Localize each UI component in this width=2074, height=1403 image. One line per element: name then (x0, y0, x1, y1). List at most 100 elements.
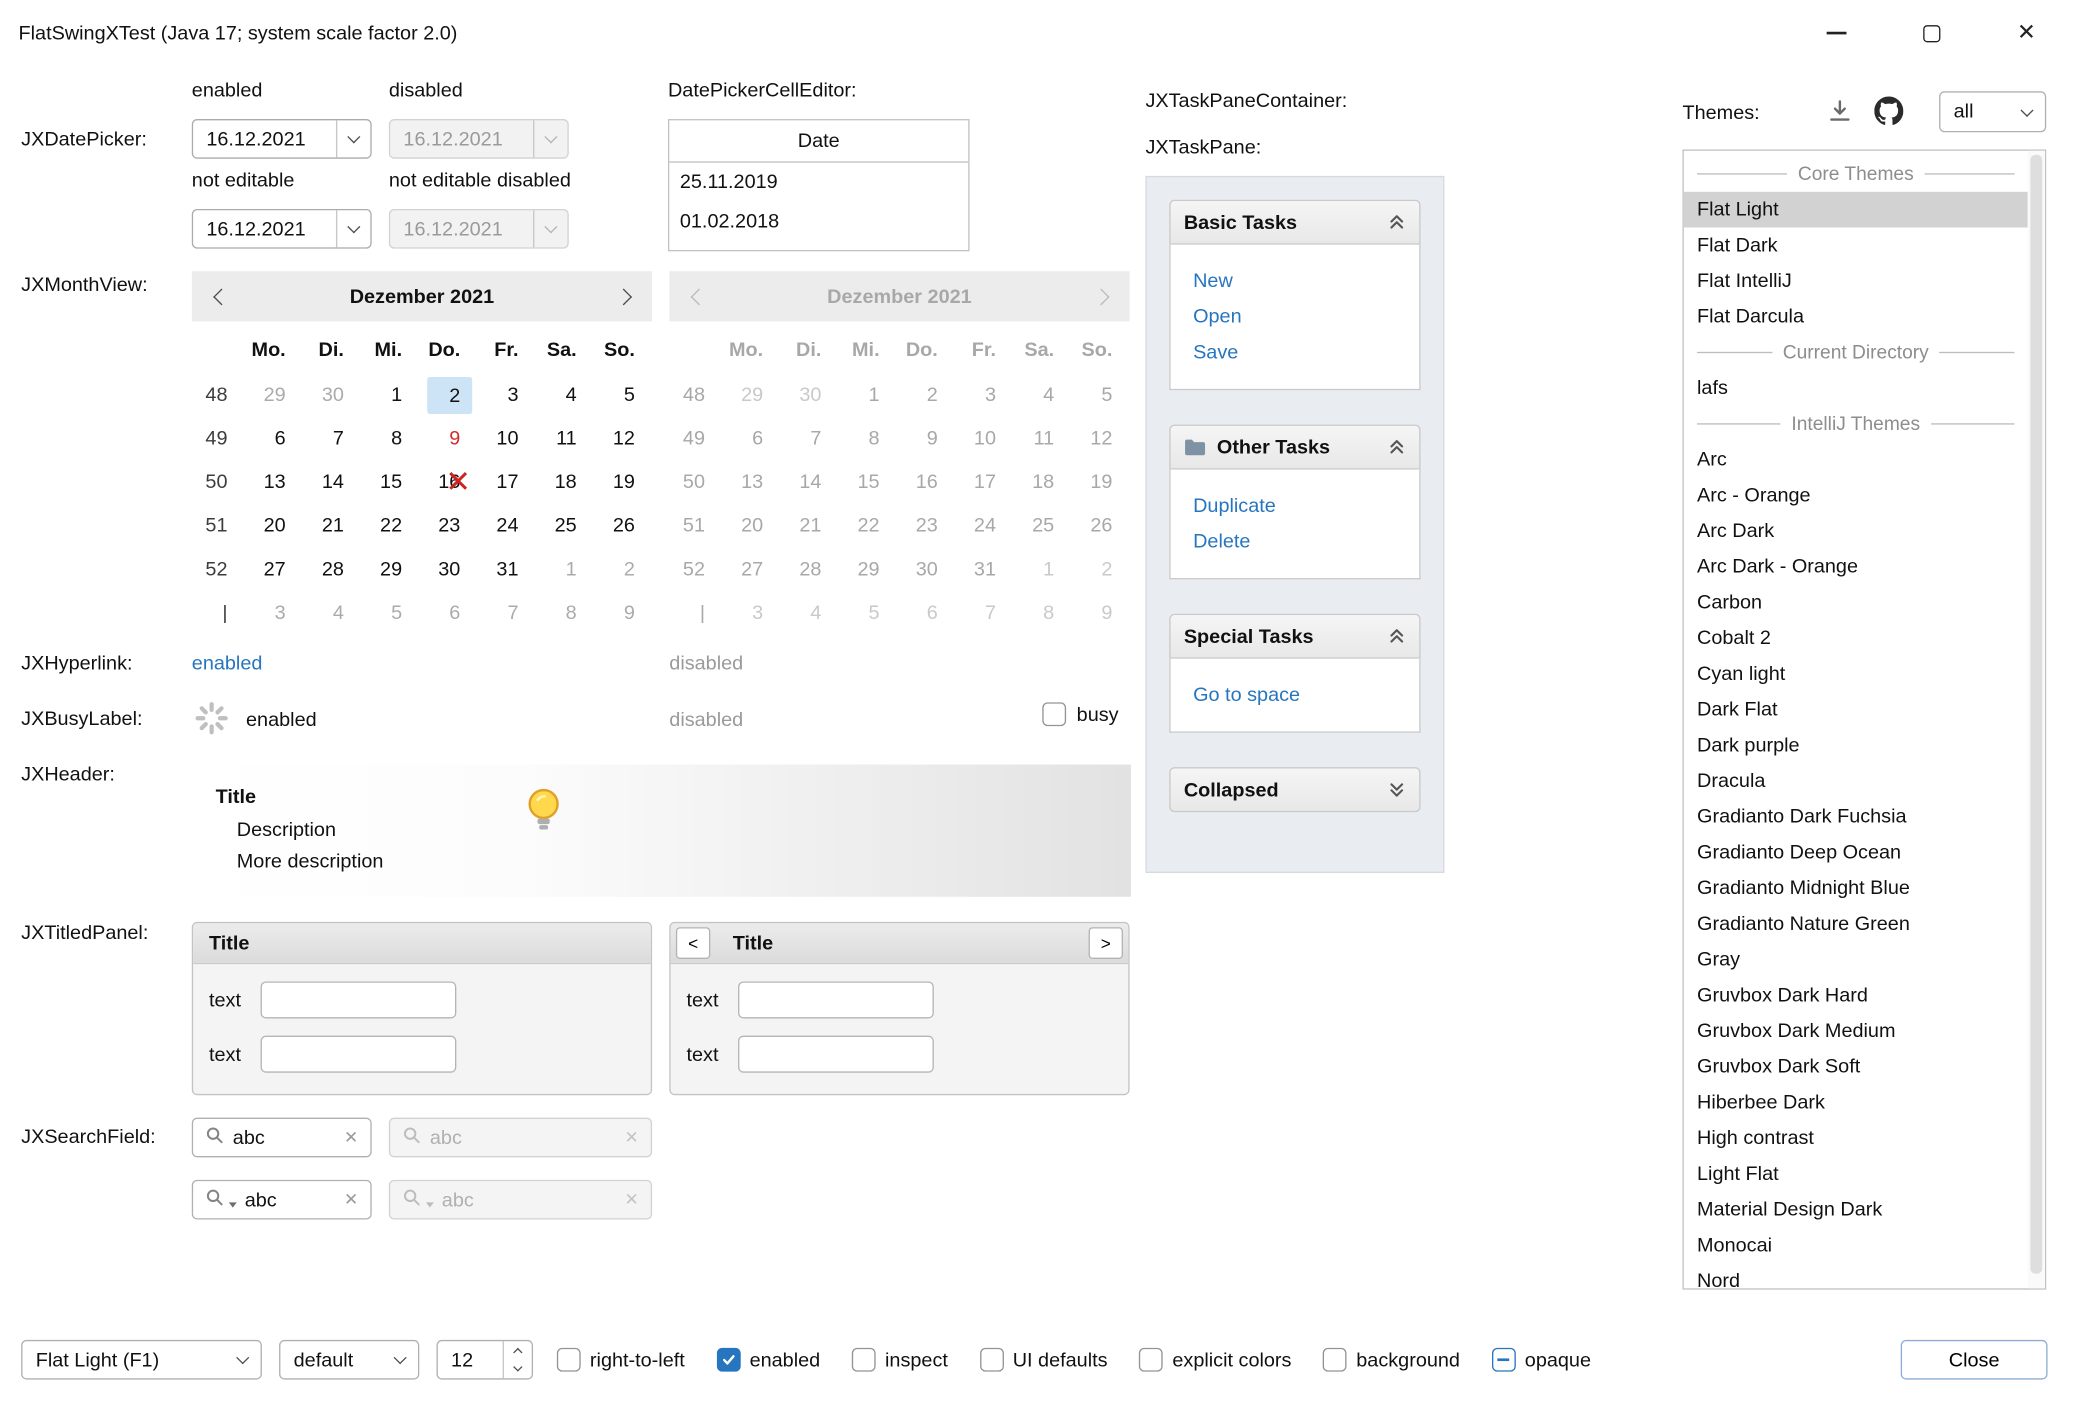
text-input[interactable] (738, 1036, 934, 1073)
scrollbar-thumb[interactable] (2030, 155, 2042, 1274)
theme-item[interactable]: Flat Darcula (1684, 299, 2028, 335)
day-cell[interactable]: 25 (536, 504, 594, 548)
clear-icon[interactable]: ✕ (344, 1189, 358, 1210)
theme-item[interactable]: Gradianto Deep Ocean (1684, 835, 2028, 871)
day-cell[interactable]: 29 (245, 373, 303, 417)
task-link[interactable]: New (1193, 263, 1419, 299)
prev-month-button[interactable] (192, 290, 250, 302)
theme-item[interactable]: Cobalt 2 (1684, 620, 2028, 656)
text-input[interactable] (261, 981, 457, 1018)
text-input[interactable] (261, 1036, 457, 1073)
day-cell[interactable]: 2 (427, 377, 472, 414)
next-month-button[interactable] (594, 290, 652, 302)
theme-item[interactable]: Flat IntelliJ (1684, 263, 2028, 299)
theme-item[interactable]: Cyan light (1684, 656, 2028, 692)
table-row[interactable]: 25.11.2019 (669, 163, 968, 203)
day-cell[interactable]: 13 (245, 460, 303, 504)
theme-item[interactable]: Gradianto Dark Fuchsia (1684, 799, 2028, 835)
search-field-enabled[interactable]: abc ✕ (192, 1118, 372, 1158)
day-cell[interactable]: 3 (477, 373, 535, 417)
day-cell[interactable]: 7 (477, 591, 535, 635)
theme-item[interactable]: Light Flat (1684, 1156, 2028, 1192)
checkbox-inspect[interactable]: inspect (852, 1348, 948, 1372)
github-icon[interactable] (1874, 97, 1903, 131)
day-cell[interactable]: 5 (361, 591, 419, 635)
search-menu-icon[interactable] (205, 1187, 225, 1212)
day-cell[interactable]: 5 (594, 373, 652, 417)
theme-item[interactable]: Carbon (1684, 585, 2028, 621)
taskpane-header[interactable]: Basic Tasks (1169, 200, 1420, 245)
table-row[interactable]: 01.02.2018 (669, 202, 968, 242)
window-close-button[interactable]: ✕ (1979, 0, 2074, 66)
themes-list[interactable]: Core ThemesFlat LightFlat DarkFlat Intel… (1682, 149, 2046, 1289)
font-size-spinner[interactable]: 12 (436, 1340, 533, 1380)
checkbox-busy[interactable]: busy (1042, 702, 1118, 726)
theme-item[interactable]: Gray (1684, 942, 2028, 978)
download-icon[interactable] (1825, 97, 1854, 131)
datepicker-not-editable[interactable]: 16.12.2021 (192, 209, 372, 249)
theme-item[interactable]: Monocai (1684, 1227, 2028, 1263)
theme-item[interactable]: Arc (1684, 442, 2028, 478)
scrollbar[interactable] (2028, 151, 2045, 1289)
datepicker-enabled[interactable]: 16.12.2021 (192, 119, 372, 159)
task-link[interactable]: Go to space (1193, 677, 1419, 713)
checkbox-explicit-colors[interactable]: explicit colors (1139, 1348, 1291, 1372)
search-text[interactable]: abc (245, 1188, 336, 1210)
day-cell[interactable]: 8 (536, 591, 594, 635)
day-cell[interactable]: 30 (303, 373, 361, 417)
day-cell[interactable]: 8 (361, 417, 419, 461)
theme-item[interactable]: Material Design Dark (1684, 1192, 2028, 1228)
day-cell[interactable]: 27 (245, 548, 303, 592)
theme-item[interactable]: Gradianto Nature Green (1684, 906, 2028, 942)
taskpane-header[interactable]: Collapsed (1169, 767, 1420, 812)
day-cell[interactable]: 26 (594, 504, 652, 548)
day-cell[interactable]: 30 (419, 548, 477, 592)
task-link[interactable]: Duplicate (1193, 488, 1419, 524)
task-link[interactable]: Open (1193, 299, 1419, 335)
day-cell[interactable]: 20 (245, 504, 303, 548)
theme-item[interactable]: Nord (1684, 1263, 2028, 1289)
day-cell[interactable]: 9 (419, 417, 477, 461)
theme-item[interactable]: High contrast (1684, 1120, 2028, 1156)
date-value[interactable]: 16.12.2021 (193, 128, 336, 150)
day-cell[interactable]: 1 (361, 373, 419, 417)
minimize-button[interactable] (1788, 0, 1883, 66)
checkbox-opaque[interactable]: opaque (1492, 1348, 1591, 1372)
day-cell[interactable]: 14 (303, 460, 361, 504)
panel-prev-button[interactable]: < (676, 927, 710, 959)
checkbox-right-to-left[interactable]: right-to-left (557, 1348, 685, 1372)
close-button[interactable]: Close (1901, 1340, 2048, 1380)
day-cell[interactable]: 11 (536, 417, 594, 461)
theme-item[interactable]: Flat Dark (1684, 228, 2028, 264)
theme-item[interactable]: Dracula (1684, 763, 2028, 799)
day-cell[interactable]: 16✕ (419, 460, 477, 504)
theme-item[interactable]: Gruvbox Dark Soft (1684, 1049, 2028, 1085)
taskpane-header[interactable]: Other Tasks (1169, 425, 1420, 470)
spinner-up-button[interactable] (504, 1341, 532, 1360)
day-cell[interactable]: 23 (419, 504, 477, 548)
day-cell[interactable]: 10 (477, 417, 535, 461)
theme-item[interactable]: Gruvbox Dark Medium (1684, 1013, 2028, 1049)
checkbox-background[interactable]: background (1323, 1348, 1460, 1372)
theme-item[interactable]: Arc Dark (1684, 513, 2028, 549)
day-cell[interactable]: 4 (536, 373, 594, 417)
search-text[interactable]: abc (233, 1126, 336, 1148)
day-cell[interactable]: 28 (303, 548, 361, 592)
day-cell[interactable]: 9 (594, 591, 652, 635)
calendar-dropdown-button[interactable] (336, 120, 370, 157)
hyperlink-enabled[interactable]: enabled (192, 652, 263, 674)
text-input[interactable] (738, 981, 934, 1018)
theme-item[interactable]: Flat Light (1684, 192, 2028, 228)
theme-item[interactable]: Hiberbee Dark (1684, 1085, 2028, 1121)
maximize-button[interactable] (1884, 0, 1979, 66)
task-link[interactable]: Save (1193, 335, 1419, 371)
search-field-menu-enabled[interactable]: abc ✕ (192, 1180, 372, 1220)
clear-icon[interactable]: ✕ (344, 1127, 358, 1148)
day-cell[interactable]: 31 (477, 548, 535, 592)
day-cell[interactable]: 29 (361, 548, 419, 592)
day-cell[interactable]: 15 (361, 460, 419, 504)
theme-item[interactable]: lafs (1684, 370, 2028, 406)
day-cell[interactable]: 2 (594, 548, 652, 592)
theme-item[interactable]: Arc Dark - Orange (1684, 549, 2028, 585)
day-cell[interactable]: 4 (303, 591, 361, 635)
